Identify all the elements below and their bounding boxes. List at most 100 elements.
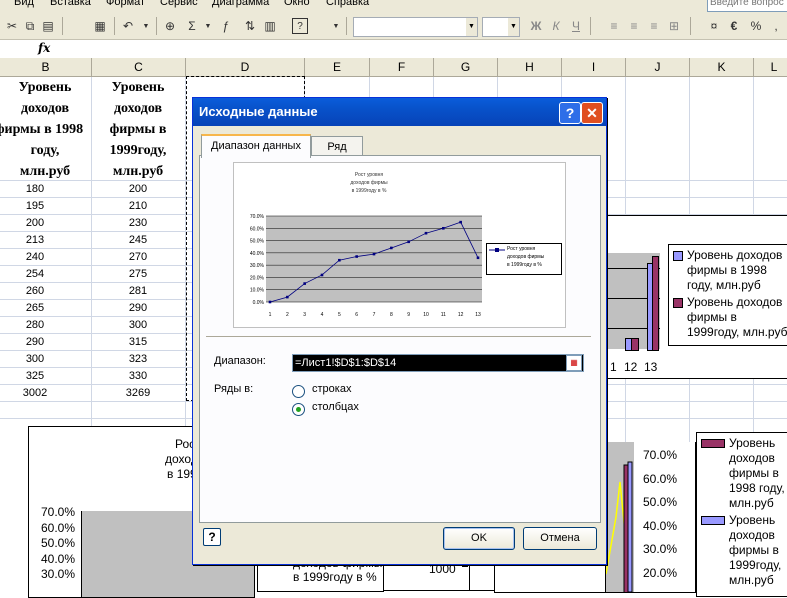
cell-b[interactable]: 254 (0, 266, 70, 282)
cancel-button[interactable]: Отмена (523, 527, 597, 550)
column-header-j[interactable]: J (626, 58, 690, 76)
cell-b[interactable]: 195 (0, 198, 70, 214)
cell-c[interactable]: 210 (92, 198, 184, 214)
undo-icon[interactable]: ↶ (120, 18, 136, 34)
cell-c[interactable]: 290 (92, 300, 184, 316)
cell-b[interactable]: 180 (0, 181, 70, 197)
data-point (355, 255, 358, 258)
menu-help[interactable]: Справка (326, 0, 369, 8)
merge-center-icon[interactable]: ⊞ (666, 18, 682, 34)
align-right-icon[interactable]: ≡ (646, 18, 662, 34)
menu-insert[interactable]: Вставка (50, 0, 91, 8)
tab-series[interactable]: Ряд (311, 136, 363, 157)
cell-b[interactable]: 213 (0, 232, 70, 248)
column-header-b[interactable]: B (0, 58, 92, 76)
header-cell-c[interactable]: Уровень доходов фирмы в 1999году, млн.ру… (92, 77, 184, 179)
column-header-c[interactable]: C (92, 58, 186, 76)
collapse-dialog-icon[interactable]: ▦ (566, 355, 582, 371)
cell-c[interactable]: 300 (92, 317, 184, 333)
cell-b[interactable]: 325 (0, 368, 70, 384)
radio-columns[interactable] (292, 403, 305, 416)
x-tick: 11 (441, 312, 446, 318)
column-header-e[interactable]: E (305, 58, 370, 76)
dialog-titlebar[interactable]: Исходные данные ? ✕ (193, 98, 606, 126)
menu-format[interactable]: Формат (106, 0, 145, 8)
undo-dropdown-icon[interactable]: ▼ (138, 18, 154, 34)
cell-c[interactable]: 275 (92, 266, 184, 282)
cut-icon[interactable]: ✂ (4, 18, 20, 34)
radio-rows[interactable] (292, 385, 305, 398)
header-cell-b[interactable]: Уровень доходов фирмы в 1998 году, млн.р… (0, 77, 90, 179)
column-header-l[interactable]: L (754, 58, 787, 76)
more-buttons-icon[interactable]: ▼ (328, 18, 344, 34)
cell-b[interactable]: 265 (0, 300, 70, 316)
menu-tools[interactable]: Сервис (160, 0, 198, 8)
cell-c[interactable]: 281 (92, 283, 184, 299)
radio-rows-label[interactable]: строках (312, 383, 351, 395)
autosum-icon[interactable]: Σ (184, 18, 200, 34)
y-tick: 70.0% (41, 505, 76, 519)
italic-icon[interactable]: К (548, 18, 564, 34)
paste-special-icon[interactable]: ▦ (92, 18, 108, 34)
formula-bar[interactable]: fx (0, 40, 787, 59)
align-left-icon[interactable]: ≡ (606, 18, 622, 34)
cell-c[interactable]: 3269 (92, 385, 184, 401)
cell-b[interactable]: 3002 (0, 385, 70, 401)
cell-b[interactable]: 240 (0, 249, 70, 265)
dialog-title: Исходные данные (199, 104, 318, 119)
close-icon[interactable]: ✕ (581, 102, 603, 124)
autosum-dropdown-icon[interactable]: ▼ (200, 18, 216, 34)
currency-icon[interactable]: ¤ (706, 18, 722, 34)
cell-b[interactable]: 300 (0, 351, 70, 367)
menu-chart[interactable]: Диаграмма (212, 0, 269, 8)
percent-icon[interactable]: % (748, 18, 764, 34)
menu-window[interactable]: Окно (284, 0, 310, 8)
chart-wizard-icon[interactable]: ▥ (262, 18, 278, 34)
help-question-icon[interactable]: ? (559, 102, 581, 124)
menu-view[interactable]: Вид (14, 0, 34, 8)
cell-c[interactable]: 315 (92, 334, 184, 350)
range-input[interactable]: =Лист1!$D$1:$D$14 (292, 354, 584, 372)
column-header-d[interactable]: D (186, 58, 305, 76)
header-b-line: фирмы в 1998 (0, 122, 84, 137)
chart-legend-right-bottom[interactable]: Уровень доходов фирмы в 1998 году, млн.р… (696, 432, 787, 597)
column-header-i[interactable]: I (562, 58, 626, 76)
cell-c[interactable]: 270 (92, 249, 184, 265)
hyperlink-icon[interactable]: ⊕ (162, 18, 178, 34)
cell-b[interactable]: 200 (0, 215, 70, 231)
x-tick: 9 (407, 312, 410, 318)
copy-icon[interactable]: ⧉ (22, 18, 38, 34)
column-header-f[interactable]: F (370, 58, 434, 76)
column-header-h[interactable]: H (498, 58, 562, 76)
cell-c[interactable]: 200 (92, 181, 184, 197)
column-header-k[interactable]: K (690, 58, 754, 76)
font-size-combo[interactable]: ▼ (482, 17, 520, 37)
underline-icon[interactable]: Ч (568, 18, 584, 34)
help-search-input[interactable]: Введите вопрос (707, 0, 787, 12)
paste-icon[interactable]: ▤ (40, 18, 56, 34)
sort-ascending-icon[interactable]: ⇅ (242, 18, 258, 34)
help-icon[interactable]: ? (292, 18, 308, 34)
function-icon[interactable]: fx (38, 41, 50, 55)
cell-b[interactable]: 290 (0, 334, 70, 350)
cell-c[interactable]: 323 (92, 351, 184, 367)
chart-bar-1998-1999[interactable]: 1 12 13 Уровень доходов фирмы в 1998 год… (597, 215, 787, 379)
cell-c[interactable]: 330 (92, 368, 184, 384)
tab-data-range[interactable]: Диапазон данных (201, 134, 311, 158)
question-icon[interactable]: ? (203, 528, 221, 546)
column-header-g[interactable]: G (434, 58, 498, 76)
euro-icon[interactable]: € (726, 18, 742, 34)
ok-button[interactable]: OK (443, 527, 515, 550)
cell-b[interactable]: 260 (0, 283, 70, 299)
cell-c[interactable]: 245 (92, 232, 184, 248)
cell-c[interactable]: 230 (92, 215, 184, 231)
radio-columns-label[interactable]: столбцах (312, 401, 359, 413)
function-wizard-icon[interactable]: ƒ (218, 18, 234, 34)
align-center-icon[interactable]: ≡ (626, 18, 642, 34)
y-tick: 20.0% (250, 275, 265, 281)
bold-icon[interactable]: Ж (528, 18, 544, 34)
chart-legend[interactable]: Уровень доходов фирмы в 1998 году, млн.р… (668, 244, 787, 346)
thousands-icon[interactable]: , (768, 18, 784, 34)
cell-b[interactable]: 280 (0, 317, 70, 333)
font-name-combo[interactable]: ▼ (353, 17, 478, 37)
